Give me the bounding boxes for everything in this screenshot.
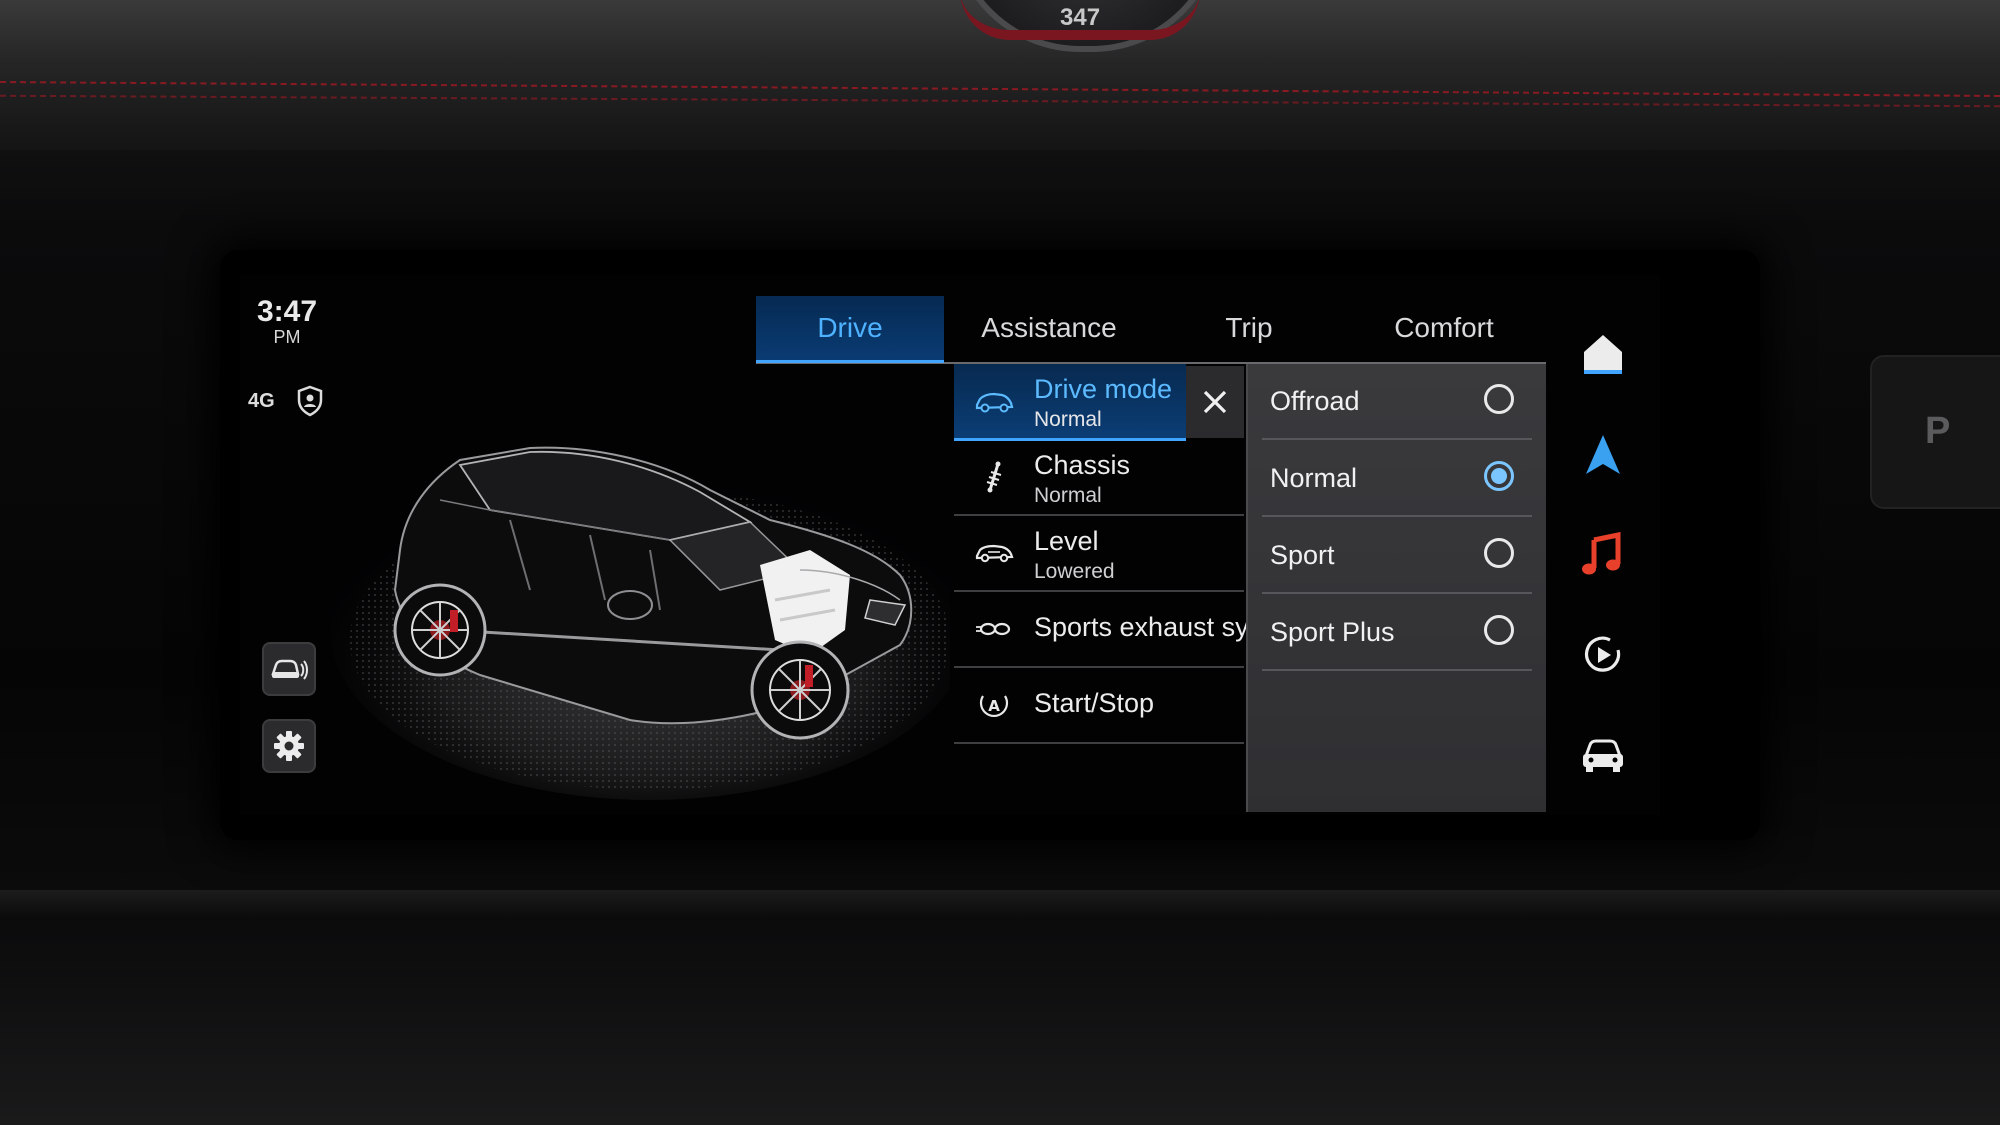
option-label: Sport (1270, 540, 1335, 570)
car-level-icon (975, 544, 1014, 563)
menu-item-value: Normal (1034, 408, 1102, 431)
car-icon[interactable] (1580, 732, 1626, 778)
tab-bar: Drive Assistance Trip Comfort (756, 296, 1546, 364)
tab-drive[interactable]: Drive (756, 296, 944, 363)
drive-mode-options: Offroad Normal Sport Sport Plus (1246, 364, 1546, 812)
close-button[interactable] (1186, 366, 1244, 438)
clock-ampm: PM (273, 327, 301, 347)
option-normal[interactable]: Normal (1262, 441, 1532, 517)
menu-item-drive-mode[interactable]: Drive mode Normal (954, 364, 1186, 441)
option-label: Offroad (1270, 386, 1360, 416)
radio-button[interactable] (1484, 615, 1514, 645)
menu-item-sports-exhaust[interactable]: Sports exhaust sy (954, 592, 1249, 668)
menu-item-value: Normal (1034, 484, 1102, 507)
dashboard-scene: 347 P 3:47 PM 4G Drive Assistance Trip C… (0, 0, 2000, 1125)
radio-button[interactable] (1484, 384, 1514, 414)
music-icon[interactable] (1580, 532, 1626, 578)
gauge-readout: 347 (1060, 4, 1101, 31)
media-play-icon[interactable] (1580, 632, 1626, 678)
dashboard-trim (0, 890, 2000, 920)
gear-icon (274, 731, 304, 761)
navigation-icon[interactable] (1580, 432, 1626, 478)
close-icon (1203, 390, 1227, 414)
shock-absorber-icon (986, 461, 1002, 493)
option-offroad[interactable]: Offroad (1262, 364, 1532, 440)
menu-item-label: Level (1034, 526, 1099, 556)
settings-button[interactable] (262, 719, 316, 773)
car-sensor-icon (271, 659, 308, 680)
option-sport-plus[interactable]: Sport Plus (1262, 595, 1532, 671)
exhaust-icon (976, 622, 1011, 636)
option-sport[interactable]: Sport (1262, 518, 1532, 594)
vehicle-illustration (330, 446, 950, 800)
shield-icon (297, 385, 323, 417)
tab-comfort[interactable]: Comfort (1344, 296, 1544, 360)
menu-item-label: Sports exhaust sy (1034, 612, 1249, 642)
auto-start-stop-icon: A (979, 695, 1009, 717)
radio-button[interactable] (1484, 538, 1514, 568)
menu-item-level[interactable]: Level Lowered (954, 516, 1244, 592)
menu-item-chassis[interactable]: Chassis Normal (954, 440, 1244, 516)
tab-trip[interactable]: Trip (1154, 296, 1344, 360)
option-label: Sport Plus (1270, 617, 1395, 647)
driver-assist-button[interactable] (262, 642, 316, 696)
menu-item-label: Drive mode (1034, 374, 1173, 404)
tab-assistance[interactable]: Assistance (944, 296, 1154, 360)
menu-item-start-stop[interactable]: A Start/Stop (954, 668, 1244, 744)
network-indicator: 4G (248, 390, 275, 412)
radio-button-selected[interactable] (1484, 461, 1514, 491)
menu-item-label: Start/Stop (1034, 688, 1155, 718)
menu-item-value: Lowered (1034, 560, 1115, 583)
home-icon[interactable] (1580, 332, 1626, 378)
option-label: Normal (1270, 463, 1358, 493)
car-side-icon (975, 392, 1014, 413)
gear-indicator: P (1925, 410, 1951, 452)
menu-item-label: Chassis (1034, 450, 1131, 480)
svg-text:A: A (988, 697, 1000, 715)
clock-time: 3:47 (256, 295, 318, 328)
